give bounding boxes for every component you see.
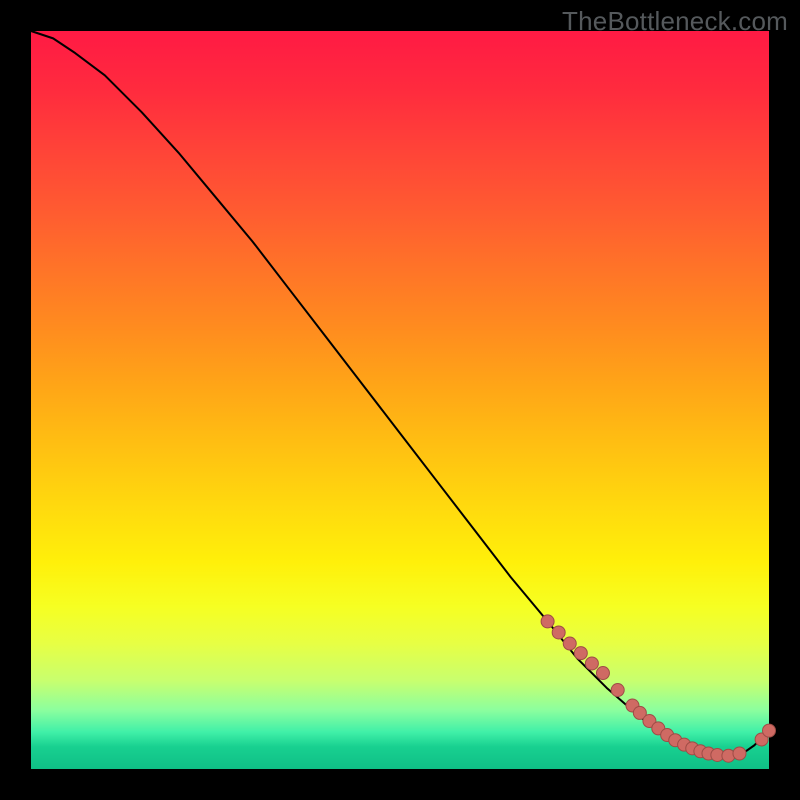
data-marker xyxy=(763,724,776,737)
bottleneck-curve xyxy=(31,31,769,759)
gradient-plot-area xyxy=(31,31,769,769)
data-marker xyxy=(733,747,746,760)
curve-svg xyxy=(31,31,769,769)
chart-frame: TheBottleneck.com xyxy=(0,0,800,800)
data-marker xyxy=(563,637,576,650)
data-marker xyxy=(552,626,565,639)
data-marker xyxy=(574,647,587,660)
data-marker xyxy=(611,684,624,697)
data-marker xyxy=(541,615,554,628)
data-marker xyxy=(585,657,598,670)
data-marker xyxy=(596,667,609,680)
